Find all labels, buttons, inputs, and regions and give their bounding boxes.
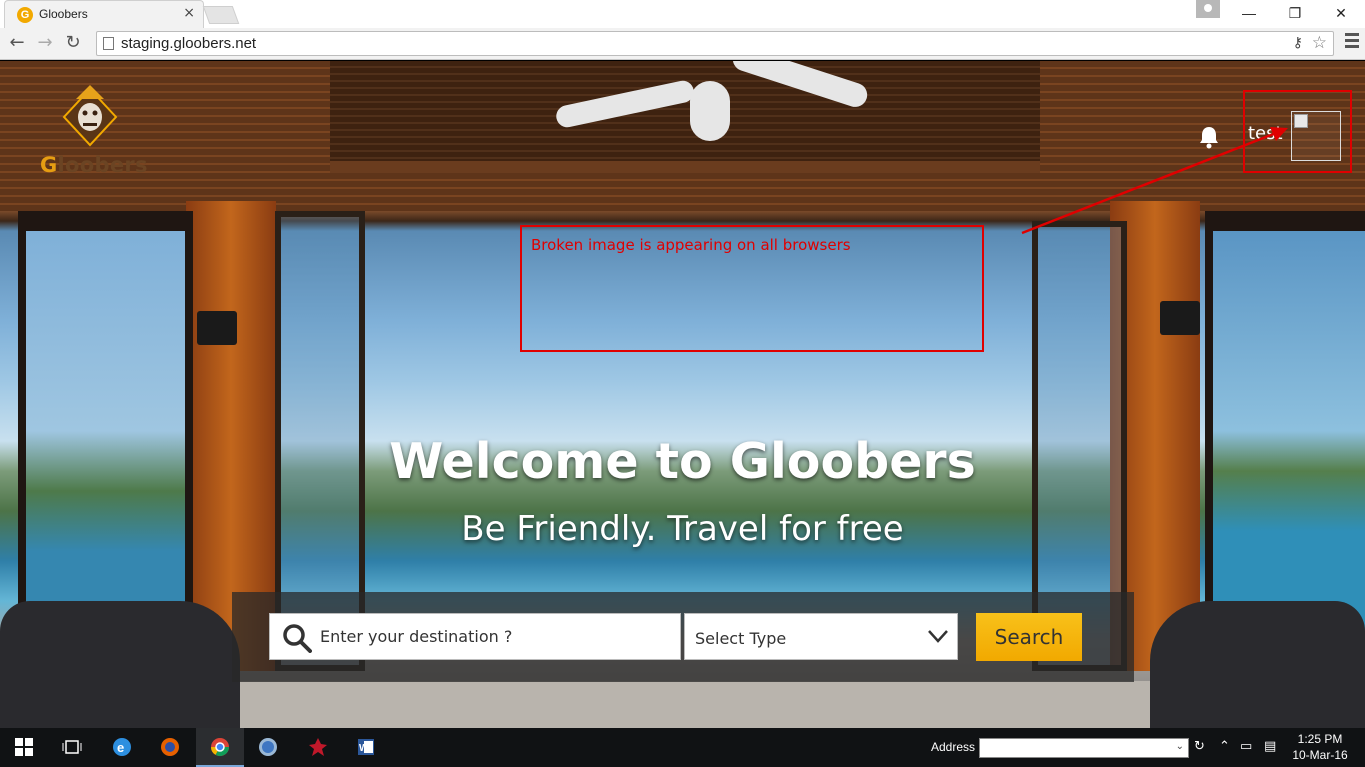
logo-wordmark: Gloobers: [40, 153, 148, 177]
tribal-mask-icon: [62, 85, 118, 147]
taskbar-clock[interactable]: 1:25 PM 10-Mar-16: [1290, 731, 1350, 763]
lounge-chair-left: [0, 601, 240, 728]
windows-taskbar: e W Address ⌄ ↻ ⌃ ▭ ▤ 1:25 PM 10-Mar-16: [0, 728, 1365, 767]
new-tab-button[interactable]: [202, 6, 240, 24]
svg-text:W: W: [359, 743, 369, 754]
firefox-icon: [161, 738, 179, 756]
clock-date: 10-Mar-16: [1292, 748, 1348, 762]
hero-subtitle: Be Friendly. Travel for free: [461, 509, 904, 549]
app-icon: [309, 738, 327, 756]
taskbar-app[interactable]: [294, 728, 342, 767]
address-bar[interactable]: staging.gloobers.net ⚷ ☆: [96, 31, 1334, 56]
hero-background-ceiling-recess: [330, 61, 1040, 173]
taskbar-address-input[interactable]: ⌄: [979, 738, 1189, 758]
ceiling-fan-blade: [690, 81, 730, 141]
taskbar-edge[interactable]: e: [98, 728, 146, 767]
svg-text:e: e: [117, 740, 124, 755]
back-icon[interactable]: ←: [6, 32, 28, 54]
speaker: [1160, 301, 1200, 335]
destination-field[interactable]: [269, 613, 681, 660]
forward-icon[interactable]: →: [34, 32, 56, 54]
browser-titlebar: G Gloobers × — ❐ ✕: [0, 0, 1365, 28]
gloobers-favicon-icon: G: [17, 7, 33, 23]
annotation-note-text: Broken image is appearing on all browser…: [531, 236, 851, 254]
taskbar-address-label: Address: [931, 740, 976, 754]
lounge-chair-right: [1150, 601, 1365, 728]
maximize-button[interactable]: ❐: [1272, 0, 1318, 28]
word-icon: W: [358, 739, 374, 755]
speaker: [197, 311, 237, 345]
windows-start-icon: [15, 738, 33, 756]
type-select-value: Select Type: [695, 629, 787, 648]
tab-close-icon[interactable]: ×: [183, 5, 195, 21]
taskbar-chrome[interactable]: [196, 728, 244, 767]
refresh-icon[interactable]: ↻: [1194, 739, 1205, 754]
search-button[interactable]: Search: [976, 613, 1082, 661]
notification-bell-icon[interactable]: [1198, 125, 1220, 149]
type-select[interactable]: Select Type: [684, 613, 958, 660]
close-window-button[interactable]: ✕: [1318, 0, 1364, 28]
tray-chevron-up-icon[interactable]: ⌃: [1219, 739, 1230, 754]
task-view-icon: [62, 740, 82, 754]
url-text: staging.gloobers.net: [121, 35, 257, 52]
annotation-highlight-avatar: [1243, 90, 1352, 173]
minimize-button[interactable]: —: [1226, 0, 1272, 28]
browser-tab[interactable]: G Gloobers ×: [4, 0, 204, 28]
chevron-down-icon[interactable]: ⌄: [1176, 741, 1184, 752]
taskbar-firefox[interactable]: [146, 728, 194, 767]
chevron-down-icon: [928, 630, 948, 643]
bookmark-star-icon[interactable]: ☆: [1312, 33, 1327, 53]
search-panel: Select Type Search: [232, 592, 1134, 682]
gloobers-logo[interactable]: Gloobers: [40, 79, 148, 179]
tab-title: Gloobers: [39, 7, 88, 21]
chrome-menu-icon[interactable]: [1345, 33, 1359, 51]
taskbar-word[interactable]: W: [342, 728, 390, 767]
key-icon[interactable]: ⚷: [1293, 35, 1303, 51]
floor: [240, 681, 1150, 728]
destination-input[interactable]: [320, 622, 670, 650]
clock-time: 1:25 PM: [1297, 732, 1343, 746]
search-icon: [283, 624, 312, 653]
page-viewport: Gloobers test Broken image is appearing …: [0, 61, 1365, 728]
page-icon: [103, 37, 114, 50]
user-profile-icon[interactable]: [1196, 0, 1220, 18]
browser-toolbar: ← → ↻ staging.gloobers.net ⚷ ☆: [0, 28, 1365, 60]
network-icon[interactable]: ▭: [1240, 739, 1252, 754]
chrome-icon: [211, 738, 229, 757]
start-button[interactable]: [0, 728, 48, 767]
taskbar-safari[interactable]: [244, 728, 292, 767]
safari-icon: [259, 738, 277, 756]
reload-icon[interactable]: ↻: [62, 32, 84, 54]
edge-icon: e: [113, 738, 131, 756]
hero-title: Welcome to Gloobers: [389, 433, 976, 490]
action-center-icon[interactable]: ▤: [1264, 739, 1276, 754]
task-view-button[interactable]: [48, 728, 96, 767]
